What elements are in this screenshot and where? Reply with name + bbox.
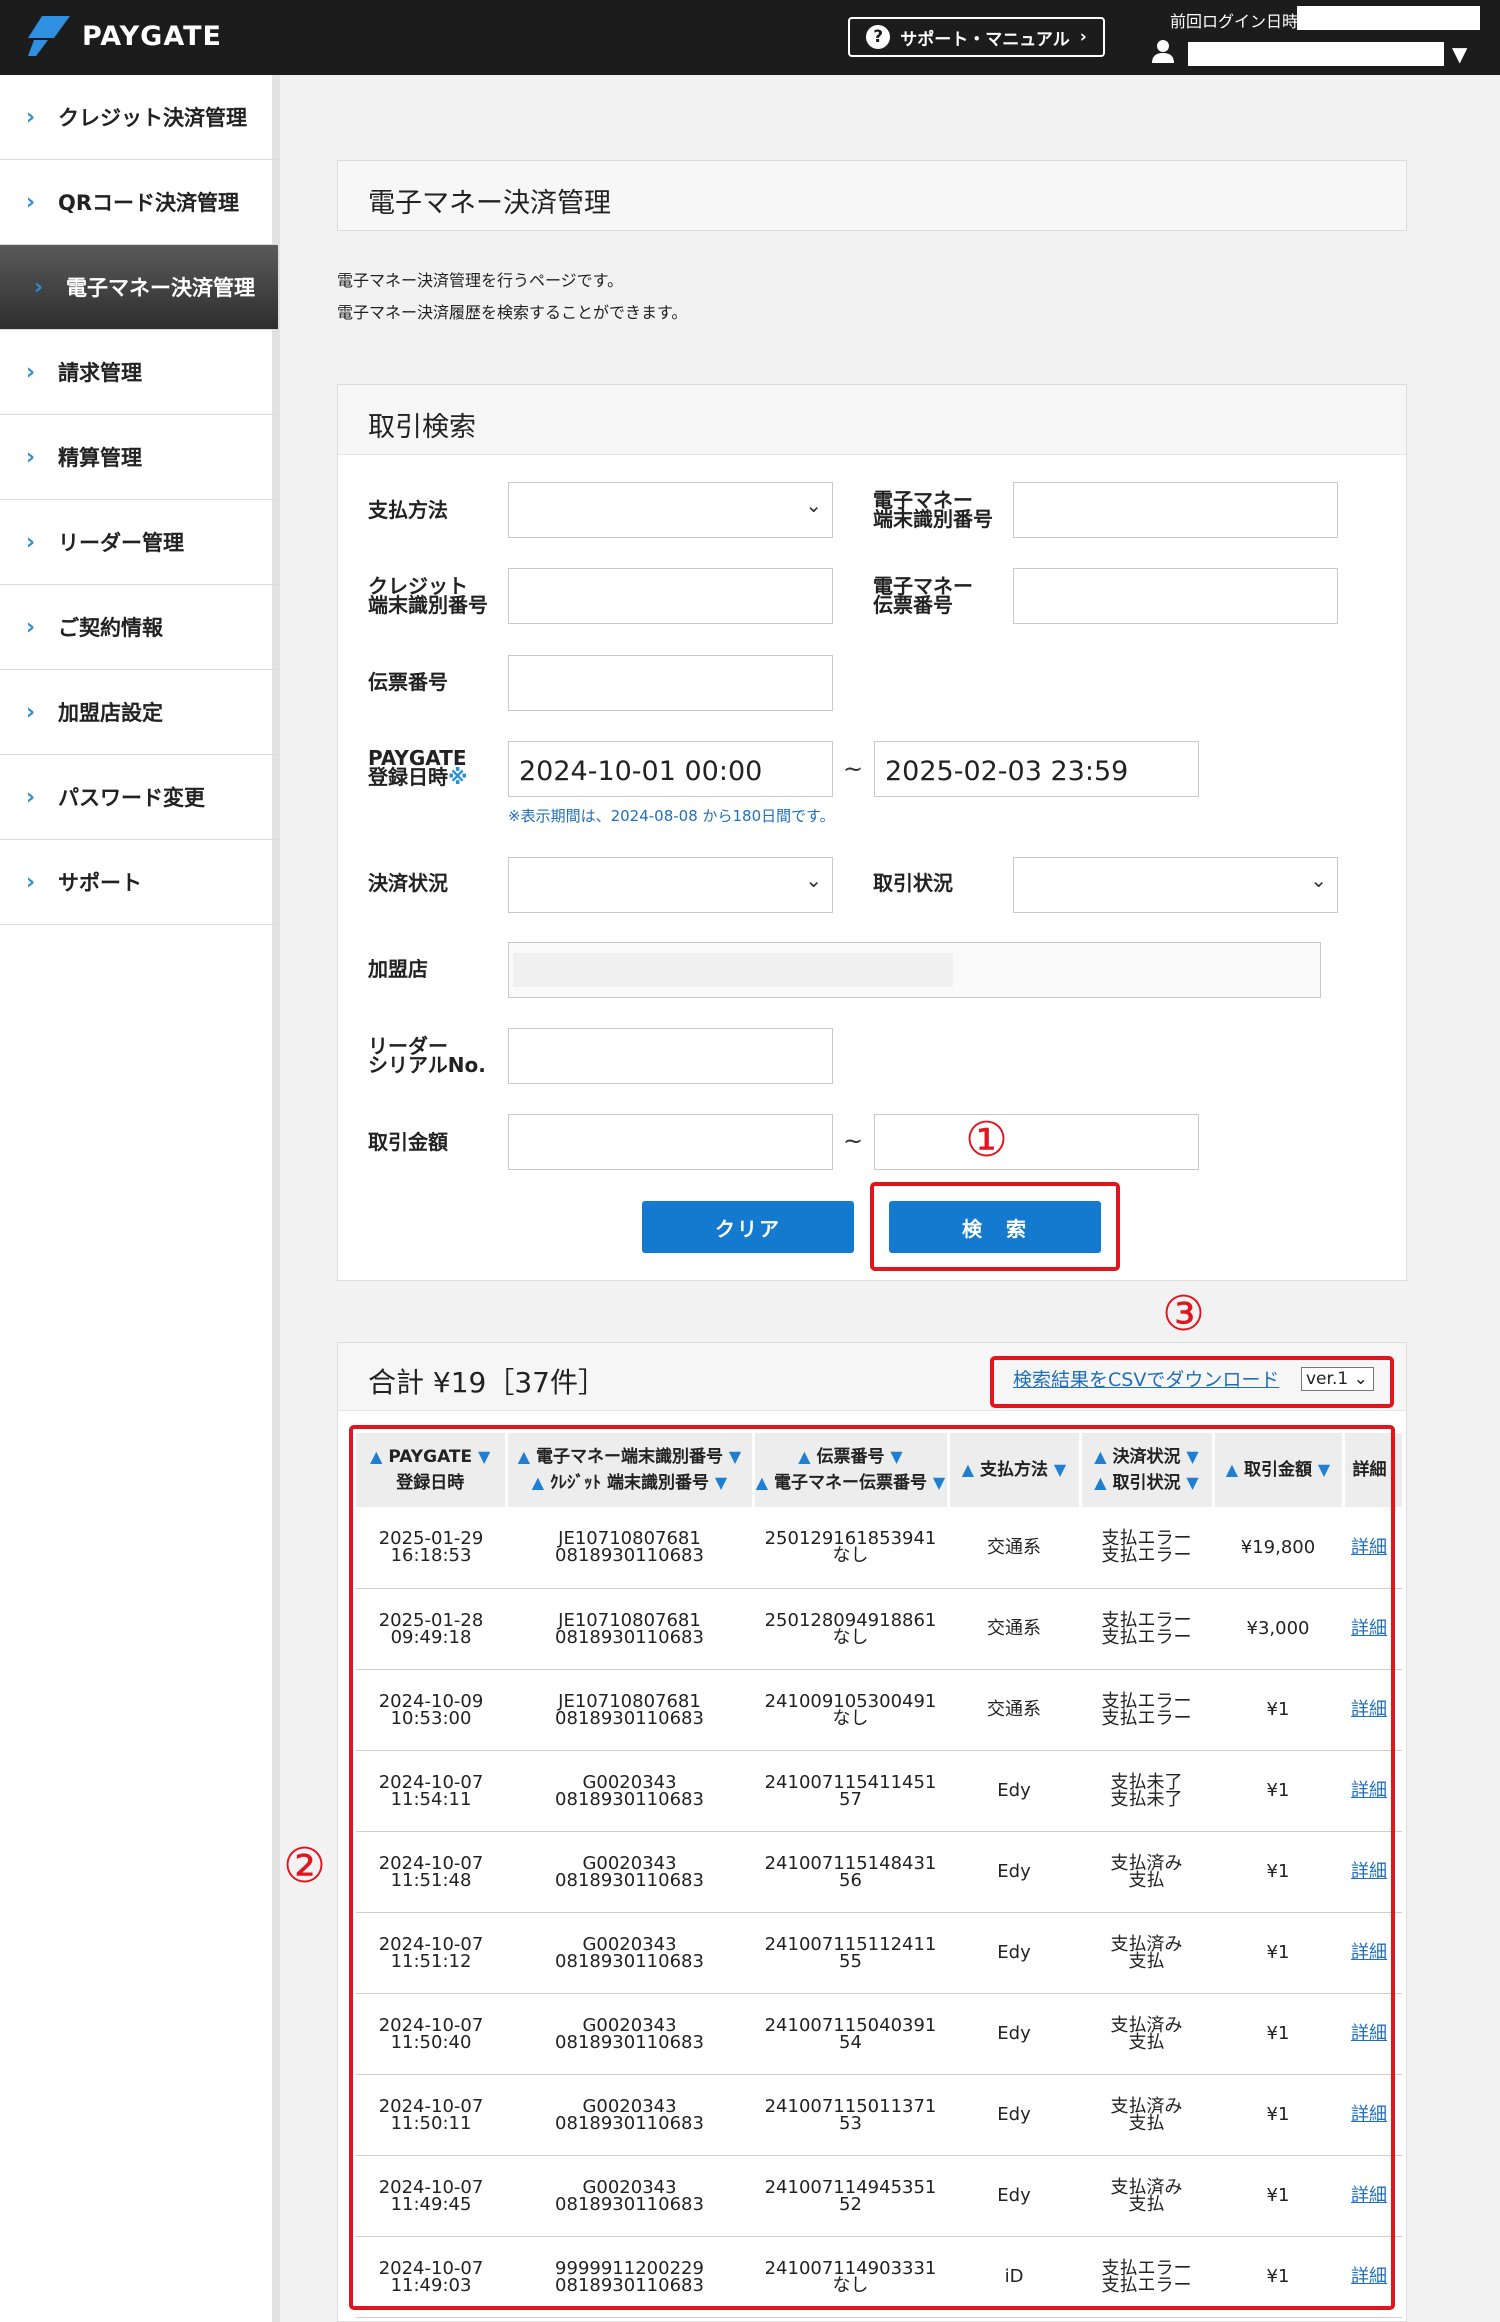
- sidebar-item-reader[interactable]: › リーダー管理: [0, 500, 278, 585]
- logo-text: PAYGATE: [82, 20, 222, 52]
- merchant-input[interactable]: [508, 942, 1321, 998]
- payment-method-label: 支払方法: [368, 498, 448, 522]
- credit-terminal-input[interactable]: [508, 568, 833, 624]
- last-login-label: 前回ログイン日時: [1170, 12, 1299, 31]
- sidebar-item-support[interactable]: › サポート: [0, 840, 278, 925]
- chevron-right-icon: ›: [26, 359, 36, 385]
- sidebar-item-contract[interactable]: › ご契約情報: [0, 585, 278, 670]
- page-title-panel: 電子マネー決済管理: [337, 160, 1407, 231]
- annotation-marker-3: ③: [1162, 1286, 1206, 1342]
- search-panel-header: 取引検索: [338, 385, 1406, 455]
- chevron-right-icon: ›: [26, 699, 36, 725]
- annotation-marker-1: ①: [965, 1112, 1009, 1168]
- search-panel: 取引検索 支払方法 電子マネー端末識別番号 クレジット端末識別番号 電子マネー伝…: [337, 384, 1407, 1281]
- user-icon: [1152, 40, 1174, 63]
- date-range-note: ※表示期間は、2024-08-08 から180日間です。: [508, 807, 835, 825]
- sidebar-item-label: 請求管理: [58, 361, 142, 385]
- csv-download-highlight: [990, 1356, 1394, 1408]
- sidebar-item-label: 電子マネー決済管理: [66, 276, 255, 300]
- chevron-right-icon: ›: [1079, 27, 1087, 47]
- transaction-status-label: 取引状況: [873, 871, 953, 895]
- emoney-slip-input[interactable]: [1013, 568, 1338, 624]
- emoney-terminal-input[interactable]: [1013, 482, 1338, 538]
- reader-serial-input[interactable]: [508, 1028, 833, 1084]
- support-label: サポート・マニュアル: [900, 29, 1070, 50]
- sidebar-item-billing[interactable]: › 請求管理: [0, 330, 278, 415]
- chevron-right-icon: ›: [26, 784, 36, 810]
- sidebar-item-merchant-settings[interactable]: › 加盟店設定: [0, 670, 278, 755]
- date-range-tilde: ~: [843, 755, 864, 783]
- emoney-terminal-label: 電子マネー 端末識別番号: [873, 488, 993, 531]
- chevron-right-icon: ›: [26, 444, 36, 470]
- amount-label: 取引金額: [368, 1130, 448, 1154]
- sidebar: › クレジット決済管理 › QRコード決済管理 › 電子マネー決済管理 › 請求管理 ›…: [0, 75, 280, 2322]
- credit-terminal-label: クレジット 端末識別番号: [368, 574, 488, 617]
- sidebar-item-label: 加盟店設定: [58, 701, 163, 725]
- top-bar: PAYGATE ? サポート・マニュアル › 前回ログイン日時 ▼: [0, 0, 1500, 75]
- chevron-right-icon: ›: [26, 869, 36, 895]
- sidebar-item-qr[interactable]: › QRコード決済管理: [0, 160, 278, 245]
- reg-date-label: PAYGATE 登録日時※: [368, 746, 468, 789]
- annotation-marker-2: ②: [283, 1838, 327, 1894]
- sidebar-item-label: クレジット決済管理: [58, 106, 247, 130]
- sidebar-item-label: サポート: [58, 871, 142, 895]
- search-panel-title: 取引検索: [368, 412, 476, 443]
- slip-no-input[interactable]: [508, 655, 833, 711]
- chevron-right-icon: ›: [26, 614, 36, 640]
- amount-to-input[interactable]: [874, 1114, 1199, 1170]
- chevron-right-icon: ›: [26, 104, 36, 130]
- user-menu-caret-icon[interactable]: ▼: [1452, 42, 1467, 66]
- question-icon: ?: [866, 25, 891, 49]
- sidebar-item-label: ご契約情報: [58, 616, 163, 640]
- clear-button[interactable]: クリア: [642, 1201, 854, 1253]
- results-summary: 合計 ¥19［37件］: [368, 1366, 606, 1399]
- sidebar-item-label: QRコード決済管理: [58, 191, 240, 215]
- emoney-slip-label: 電子マネー 伝票番号: [873, 574, 973, 617]
- transaction-status-select[interactable]: [1013, 857, 1338, 913]
- sidebar-item-settlement[interactable]: › 精算管理: [0, 415, 278, 500]
- last-login-value: [1297, 6, 1480, 30]
- slip-no-label: 伝票番号: [368, 670, 448, 694]
- merchant-label: 加盟店: [368, 957, 428, 981]
- amount-range-tilde: ~: [843, 1127, 864, 1155]
- user-name-value: [1188, 42, 1444, 66]
- sidebar-item-label: 精算管理: [58, 446, 142, 470]
- support-manual-button[interactable]: ? サポート・マニュアル ›: [848, 17, 1105, 57]
- payment-method-select[interactable]: [508, 482, 833, 538]
- date-to-input[interactable]: 2025-02-03 23:59: [874, 741, 1199, 797]
- chevron-right-icon: ›: [34, 274, 44, 300]
- results-table-highlight: [349, 1425, 1395, 2310]
- amount-from-input[interactable]: [508, 1114, 833, 1170]
- sidebar-item-credit[interactable]: › クレジット決済管理: [0, 75, 278, 160]
- sidebar-item-emoney[interactable]: › 電子マネー決済管理: [0, 245, 278, 330]
- logo[interactable]: PAYGATE: [28, 16, 222, 56]
- page-title: 電子マネー決済管理: [368, 188, 611, 219]
- sidebar-item-password[interactable]: › パスワード変更: [0, 755, 278, 840]
- settlement-status-select[interactable]: [508, 857, 833, 913]
- page-description-1: 電子マネー決済管理を行うページです。: [337, 271, 624, 290]
- sidebar-item-label: リーダー管理: [58, 531, 184, 555]
- page-description-2: 電子マネー決済履歴を検索することができます。: [337, 303, 688, 322]
- paygate-logo-icon: [28, 16, 70, 56]
- chevron-right-icon: ›: [26, 529, 36, 555]
- settlement-status-label: 決済状況: [368, 871, 448, 895]
- date-from-input[interactable]: 2024-10-01 00:00: [508, 741, 833, 797]
- search-button-highlight: [870, 1182, 1120, 1271]
- chevron-right-icon: ›: [26, 189, 36, 215]
- sidebar-item-label: パスワード変更: [58, 786, 205, 810]
- reader-serial-label: リーダー シリアルNo.: [368, 1034, 486, 1077]
